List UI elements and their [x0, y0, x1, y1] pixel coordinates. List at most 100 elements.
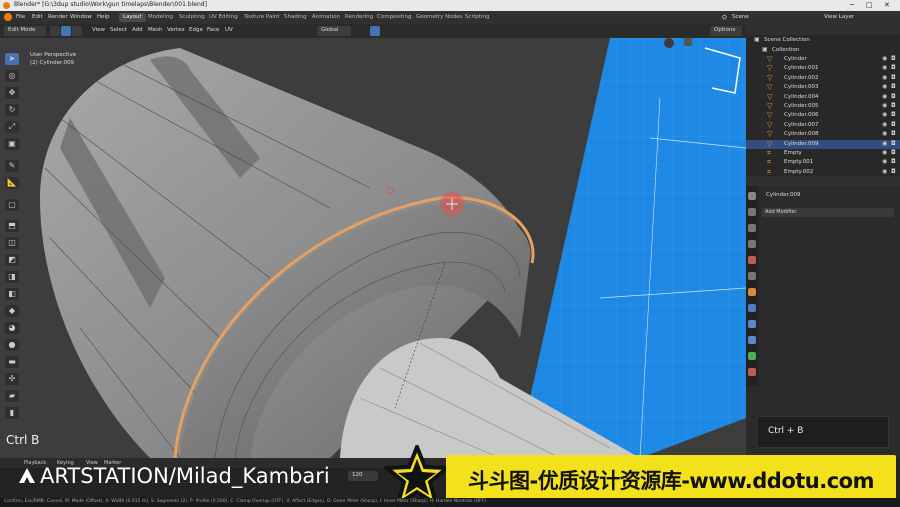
menu-face[interactable]: Face: [207, 27, 219, 33]
menu-uv[interactable]: UV: [225, 27, 233, 33]
outliner-item[interactable]: ▽ Cylinder.004 ◉ ◘: [746, 93, 900, 102]
tool-tab-icon[interactable]: [748, 192, 756, 200]
render-camera-icon[interactable]: ◘: [891, 55, 896, 62]
outliner-item[interactable]: ▽ Cylinder.002 ◉ ◘: [746, 74, 900, 83]
visibility-eye-icon[interactable]: ◉: [882, 64, 887, 71]
smooth-tool[interactable]: ●: [5, 339, 19, 351]
add-cube-tool[interactable]: ▢: [5, 199, 19, 211]
material-tab-icon[interactable]: [748, 368, 756, 376]
face-select-icon[interactable]: [72, 26, 82, 36]
visibility-eye-icon[interactable]: ◉: [882, 83, 887, 90]
visibility-eye-icon[interactable]: ◉: [882, 74, 887, 81]
menu-vertex[interactable]: Vertex: [167, 27, 185, 33]
outliner-item[interactable]: ⌗ Empty.001 ◉ ◘: [746, 158, 900, 167]
render-camera-icon[interactable]: ◘: [891, 102, 896, 109]
outliner-item[interactable]: ▽ Cylinder.003 ◉ ◘: [746, 83, 900, 92]
shrink-tool[interactable]: ✣: [5, 373, 19, 385]
scene-selector[interactable]: Scene: [732, 14, 749, 20]
shear-tool[interactable]: ▰: [5, 390, 19, 402]
options-dropdown[interactable]: Options: [710, 26, 742, 36]
tab-compositing[interactable]: Compositing: [373, 13, 415, 22]
spin-tool[interactable]: ◕: [5, 322, 19, 334]
scale-tool[interactable]: ⤢: [5, 121, 19, 133]
extrude-tool[interactable]: ⬒: [5, 220, 19, 232]
menu-select[interactable]: Select: [110, 27, 127, 33]
particles-tab-icon[interactable]: [748, 320, 756, 328]
render-tab-icon[interactable]: [748, 208, 756, 216]
inset-tool[interactable]: ◫: [5, 237, 19, 249]
visibility-eye-icon[interactable]: ◉: [882, 158, 887, 165]
render-camera-icon[interactable]: ◘: [891, 149, 896, 156]
3d-viewport[interactable]: User Perspective (2) Cylinder.009: [0, 38, 746, 458]
tab-modeling[interactable]: Modeling: [144, 13, 177, 22]
outliner-item[interactable]: ⌗ Empty ◉ ◘: [746, 149, 900, 158]
edge-select-icon[interactable]: [61, 26, 71, 36]
cursor-tool[interactable]: ◎: [5, 70, 19, 82]
annotate-tool[interactable]: ✎: [5, 160, 19, 172]
visibility-eye-icon[interactable]: ◉: [882, 55, 887, 62]
object-tab-icon[interactable]: [748, 288, 756, 296]
tab-rendering[interactable]: Rendering: [341, 13, 377, 22]
menu-help[interactable]: Help: [97, 14, 110, 20]
physics-tab-icon[interactable]: [748, 336, 756, 344]
snap-icon[interactable]: [370, 26, 380, 36]
render-camera-icon[interactable]: ◘: [891, 130, 896, 137]
rip-tool[interactable]: ▮: [5, 407, 19, 419]
vertex-select-icon[interactable]: [50, 26, 60, 36]
scene-tab-icon[interactable]: [748, 256, 756, 264]
blender-menu-icon[interactable]: [4, 13, 12, 21]
minimize-icon[interactable]: ─: [850, 1, 854, 9]
bevel-tool[interactable]: ◩: [5, 254, 19, 266]
render-camera-icon[interactable]: ◘: [891, 83, 896, 90]
render-camera-icon[interactable]: ◘: [891, 111, 896, 118]
transform-orientation-dropdown[interactable]: Global: [317, 26, 351, 36]
render-camera-icon[interactable]: ◘: [891, 140, 896, 147]
outliner-item[interactable]: ▽ Cylinder.008 ◉ ◘: [746, 130, 900, 139]
modifier-tab-icon[interactable]: [748, 304, 756, 312]
menu-edge[interactable]: Edge: [189, 27, 203, 33]
outliner-scene-collection[interactable]: ▣ Scene Collection: [746, 36, 900, 45]
menu-edit[interactable]: Edit: [32, 14, 43, 20]
overlay-toggle-icon[interactable]: [684, 38, 692, 46]
visibility-eye-icon[interactable]: ◉: [882, 168, 887, 175]
poly-build-tool[interactable]: ◆: [5, 305, 19, 317]
menu-window[interactable]: Window: [70, 14, 92, 20]
visibility-eye-icon[interactable]: ◉: [882, 111, 887, 118]
tab-sculpting[interactable]: Sculpting: [175, 13, 209, 22]
measure-tool[interactable]: 📐: [5, 177, 19, 189]
select-box-tool[interactable]: ➤: [5, 53, 19, 65]
menu-file[interactable]: File: [16, 14, 25, 20]
menu-mesh[interactable]: Mesh: [148, 27, 162, 33]
outliner-item[interactable]: ▽ Cylinder.006 ◉ ◘: [746, 111, 900, 120]
render-camera-icon[interactable]: ◘: [891, 158, 896, 165]
tab-geometry-nodes[interactable]: Geometry Nodes: [412, 13, 466, 22]
move-tool[interactable]: ✥: [5, 87, 19, 99]
visibility-eye-icon[interactable]: ◉: [882, 130, 887, 137]
outliner-item[interactable]: ▽ Cylinder.009 ◉ ◘: [746, 139, 900, 149]
render-camera-icon[interactable]: ◘: [891, 64, 896, 71]
tab-layout[interactable]: Layout: [119, 13, 146, 22]
render-camera-icon[interactable]: ◘: [891, 93, 896, 100]
tab-texture-paint[interactable]: Texture Paint: [240, 13, 284, 22]
menu-view[interactable]: View: [92, 27, 105, 33]
edge-slide-tool[interactable]: ▬: [5, 356, 19, 368]
visibility-eye-icon[interactable]: ◉: [882, 149, 887, 156]
add-modifier-button[interactable]: Add Modifier: [762, 208, 894, 217]
outliner-item[interactable]: ▽ Cylinder.005 ◉ ◘: [746, 102, 900, 111]
view-layer-selector[interactable]: View Layer: [824, 14, 854, 20]
transform-tool[interactable]: ▣: [5, 138, 19, 150]
visibility-eye-icon[interactable]: ◉: [882, 93, 887, 100]
outliner-item[interactable]: ▽ Cylinder.007 ◉ ◘: [746, 121, 900, 130]
visibility-eye-icon[interactable]: ◉: [882, 121, 887, 128]
render-camera-icon[interactable]: ◘: [891, 121, 896, 128]
outliner-item[interactable]: ▽ Cylinder ◉ ◘: [746, 55, 900, 64]
visibility-eye-icon[interactable]: ◉: [882, 140, 887, 147]
mode-selector[interactable]: Edit Mode: [4, 26, 46, 36]
visibility-eye-icon[interactable]: ◉: [882, 102, 887, 109]
render-camera-icon[interactable]: ◘: [891, 168, 896, 175]
render-camera-icon[interactable]: ◘: [891, 74, 896, 81]
tab-shading[interactable]: Shading: [280, 13, 310, 22]
outliner-item[interactable]: ▽ Cylinder.001 ◉ ◘: [746, 64, 900, 73]
world-tab-icon[interactable]: [748, 272, 756, 280]
tab-scripting[interactable]: Scripting: [461, 13, 493, 22]
